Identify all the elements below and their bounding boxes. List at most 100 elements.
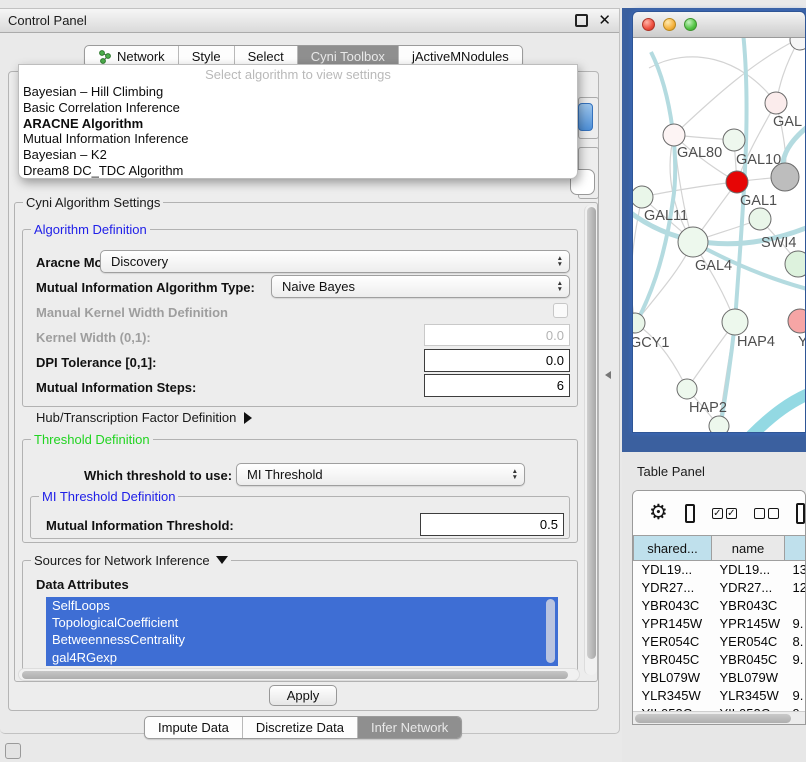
data-attributes-list[interactable]: SelfLoopsTopologicalCoefficientBetweenne… [46, 597, 558, 666]
network-node[interactable] [785, 251, 805, 277]
data-attribute-item[interactable]: BetweennessCentrality [46, 631, 558, 648]
attributes-list-scrollbar[interactable] [546, 599, 555, 663]
table-cell[interactable]: YBR045C [712, 651, 785, 669]
network-edge[interactable] [635, 323, 687, 389]
network-node-hap2[interactable] [677, 379, 697, 399]
table-cell[interactable]: YLR345W [712, 687, 785, 705]
table-cell[interactable]: YPR145W [634, 615, 712, 633]
network-node-gal11[interactable] [633, 186, 653, 208]
table-cell[interactable]: YER054C [712, 633, 785, 651]
algorithm-option[interactable]: Basic Correlation Inference [19, 100, 577, 116]
aracne-mode-combo[interactable]: Discovery ▲▼ [100, 250, 570, 273]
minimized-panel-button[interactable] [5, 743, 21, 759]
mi-threshold-field[interactable]: 0.5 [420, 513, 564, 536]
splitter-collapse-icon[interactable] [605, 371, 611, 379]
table-row[interactable]: YPR145WYPR145W9. [634, 615, 806, 633]
refresh-button-partial[interactable] [578, 103, 593, 131]
table-cell[interactable]: YBR043C [712, 597, 785, 615]
node-attribute-table[interactable]: shared...nameA YDL19...YDL19...13YDR27..… [633, 535, 806, 723]
minimize-window-icon[interactable] [663, 18, 676, 31]
settings-vertical-scrollbar[interactable] [584, 205, 597, 675]
maximize-window-icon[interactable] [684, 18, 697, 31]
column-header-a[interactable]: A [785, 536, 806, 561]
table-cell[interactable]: 9. [785, 687, 806, 705]
table-cell[interactable]: YER054C [634, 633, 712, 651]
table-row[interactable]: YDL19...YDL19...13 [634, 561, 806, 579]
table-row[interactable]: YBR043CYBR043C [634, 597, 806, 615]
table-cell[interactable]: YDR27... [634, 579, 712, 597]
mi-steps-field[interactable]: 6 [424, 374, 570, 397]
table-cell[interactable] [785, 597, 806, 615]
table-row[interactable]: YLR345WYLR345W9. [634, 687, 806, 705]
network-edge-highlighted[interactable] [719, 38, 747, 433]
table-cell[interactable]: YBL079W [634, 669, 712, 687]
table-cell[interactable]: 8. [785, 633, 806, 651]
table-cell[interactable]: YBR043C [634, 597, 712, 615]
table-row[interactable]: YBL079WYBL079W [634, 669, 806, 687]
network-window-titlebar[interactable] [633, 12, 805, 38]
expand-arrow-icon[interactable] [244, 412, 252, 424]
which-threshold-combo[interactable]: MI Threshold ▲▼ [236, 463, 525, 486]
table-cell[interactable]: 12 [785, 579, 806, 597]
table-cell[interactable]: 13 [785, 561, 806, 579]
network-node-hap4[interactable] [722, 309, 748, 335]
network-node-swi4[interactable] [749, 208, 771, 230]
column-header-name[interactable]: name [712, 536, 785, 561]
mi-algorithm-type-combo[interactable]: Naive Bayes ▲▼ [271, 275, 570, 298]
table-cell[interactable]: 9. [785, 615, 806, 633]
table-cell[interactable]: YDR27... [712, 579, 785, 597]
algorithm-option[interactable]: Bayesian – K2 [19, 147, 577, 163]
algorithm-option[interactable]: Mutual Information Inference [19, 131, 577, 147]
select-all-columns-icon[interactable]: ✓✓ [712, 508, 737, 519]
network-node[interactable] [790, 38, 805, 50]
network-node-gal4[interactable] [678, 227, 708, 257]
table-cell[interactable]: YLR345W [634, 687, 712, 705]
table-cell[interactable]: YDL19... [712, 561, 785, 579]
network-node-gal80[interactable] [663, 124, 685, 146]
table-cell[interactable] [785, 669, 806, 687]
deselect-all-columns-icon[interactable] [754, 508, 779, 519]
manual-kernel-width-checkbox[interactable] [553, 303, 568, 318]
table-horizontal-scrollbar[interactable] [633, 711, 805, 724]
close-panel-icon[interactable]: ✕ [598, 14, 611, 27]
network-node[interactable] [771, 163, 799, 191]
algorithm-option[interactable]: Bayesian – Hill Climbing [19, 84, 577, 100]
table-cell[interactable]: YBL079W [712, 669, 785, 687]
network-node-gal[interactable] [765, 92, 787, 114]
table-row[interactable]: YDR27...YDR27...12 [634, 579, 806, 597]
network-node-gcy1[interactable] [633, 313, 645, 333]
kernel-width-field[interactable]: 0.0 [424, 324, 570, 346]
column-header-shared[interactable]: shared... [634, 536, 712, 561]
sources-group-title[interactable]: Sources for Network Inference [31, 553, 231, 568]
float-panel-icon[interactable] [575, 14, 588, 27]
dpi-tolerance-field[interactable]: 0.0 [424, 349, 570, 372]
network-node-gal1[interactable] [726, 171, 748, 193]
collapse-arrow-icon[interactable] [216, 556, 228, 564]
network-node-gal10[interactable] [723, 129, 745, 151]
network-node[interactable] [709, 416, 729, 433]
table-cell[interactable]: YPR145W [712, 615, 785, 633]
network-canvas[interactable]: GALGAL80GAL10GAL1GAL11SWI4GAL4GCY1HAP4YH… [633, 38, 805, 433]
apply-button[interactable]: Apply [269, 685, 337, 706]
algorithm-option[interactable]: ARACNE Algorithm [19, 116, 577, 132]
table-row[interactable]: YER054CYER054C8. [634, 633, 806, 651]
tab-impute-data[interactable]: Impute Data [145, 717, 243, 738]
table-cell[interactable]: YDL19... [634, 561, 712, 579]
network-view-window[interactable]: GALGAL80GAL10GAL1GAL11SWI4GAL4GCY1HAP4YH… [632, 11, 806, 433]
data-attribute-item[interactable]: SelfLoops [46, 597, 558, 614]
split-columns-icon[interactable] [685, 504, 695, 523]
table-cell[interactable]: 9. [785, 651, 806, 669]
close-window-icon[interactable] [642, 18, 655, 31]
data-attribute-item[interactable]: gal4RGexp [46, 649, 558, 666]
algorithm-option[interactable]: Dream8 DC_TDC Algorithm [19, 163, 577, 179]
network-node-y[interactable] [788, 309, 805, 333]
network-edge[interactable] [642, 182, 737, 197]
table-row[interactable]: YBR045CYBR045C9. [634, 651, 806, 669]
data-attribute-item[interactable]: TopologicalCoefficient [46, 614, 558, 631]
settings-horizontal-scrollbar[interactable] [18, 668, 580, 681]
gear-icon[interactable]: ⚙ [649, 503, 668, 523]
tab-infer-network[interactable]: Infer Network [358, 717, 461, 738]
hub-transcription-factor-section[interactable]: Hub/Transcription Factor Definition [36, 410, 252, 425]
network-edge-highlighted[interactable] [751, 392, 805, 433]
export-table-icon[interactable] [796, 503, 805, 524]
